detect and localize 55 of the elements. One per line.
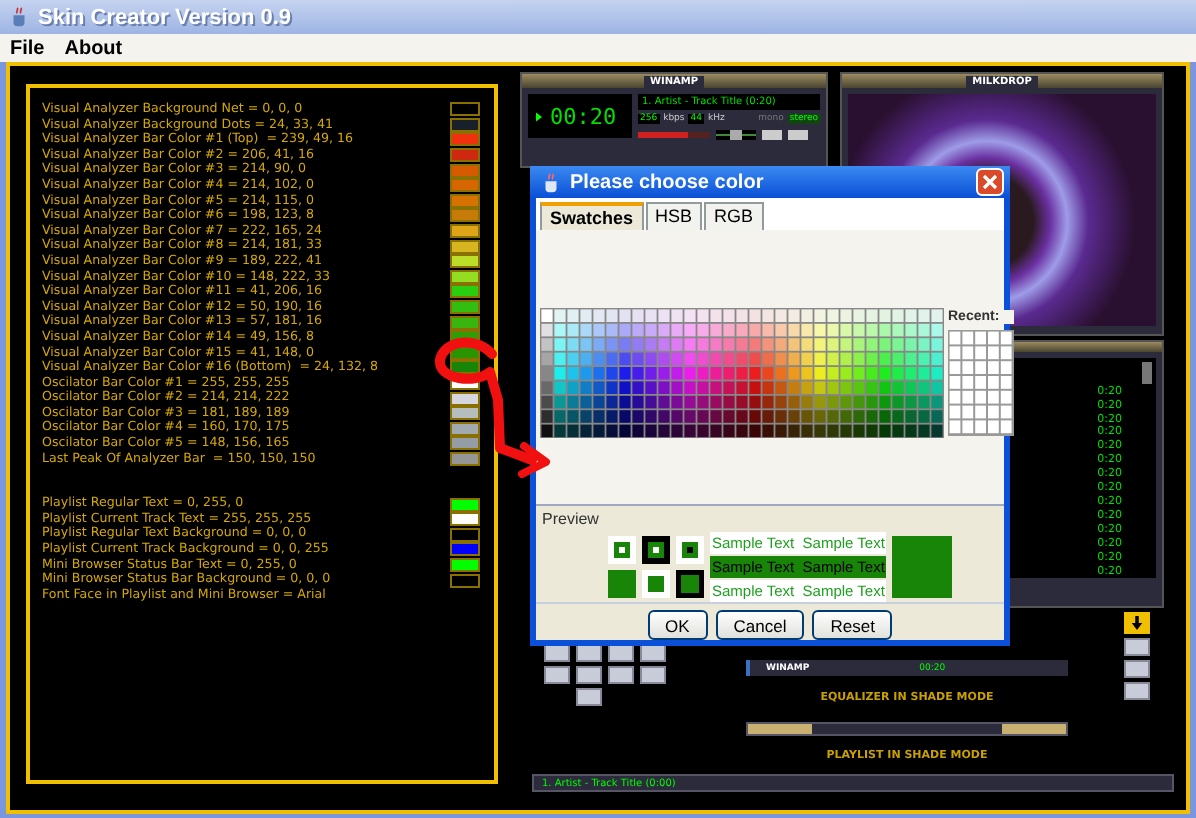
play-icon — [536, 111, 542, 121]
color-swatch[interactable] — [450, 497, 480, 512]
color-swatch[interactable] — [450, 557, 480, 572]
color-swatch[interactable] — [450, 527, 480, 542]
color-swatch[interactable] — [450, 178, 480, 193]
dialog-button[interactable]: OK — [647, 610, 708, 640]
color-swatch[interactable] — [450, 163, 480, 178]
color-swatch[interactable] — [450, 254, 480, 269]
color-swatch[interactable] — [450, 284, 480, 299]
color-swatch[interactable] — [450, 148, 480, 163]
color-swatch[interactable] — [450, 421, 480, 436]
color-preview-swatch — [892, 536, 953, 598]
color-swatch[interactable] — [450, 360, 480, 375]
toggle-button[interactable] — [762, 129, 782, 139]
dialog-title: Please choose color — [570, 171, 766, 194]
tab[interactable]: HSB — [645, 202, 703, 231]
annotation-arrow-overlay — [435, 337, 550, 478]
color-swatch[interactable] — [450, 451, 480, 466]
dialog-button[interactable]: Cancel — [715, 610, 805, 640]
color-swatch[interactable] — [450, 542, 480, 557]
color-swatch[interactable] — [450, 193, 480, 208]
down-arrow-button[interactable] — [1124, 612, 1150, 634]
color-swatch[interactable] — [450, 512, 480, 527]
tab[interactable]: Swatches — [540, 202, 644, 231]
preview-swatches-drawing — [608, 535, 704, 599]
balance-slider-thumb[interactable] — [730, 129, 742, 139]
preview-label: Preview — [542, 510, 601, 528]
color-swatch[interactable] — [450, 300, 480, 315]
color-swatch[interactable] — [450, 208, 480, 223]
color-swatch[interactable] — [450, 239, 480, 254]
color-swatch[interactable] — [450, 224, 480, 239]
dialog-button[interactable]: Reset — [812, 610, 893, 640]
scrollbar-thumb[interactable] — [1142, 361, 1152, 384]
color-swatch-grid[interactable] — [540, 308, 944, 438]
color-swatch[interactable] — [450, 102, 480, 117]
menu-item[interactable]: File — [10, 37, 45, 59]
volume-slider[interactable] — [638, 131, 689, 137]
window-title: Skin Creator Version 0.9 — [38, 5, 292, 29]
tab[interactable]: RGB — [704, 202, 764, 231]
toggle-button[interactable] — [788, 129, 808, 139]
color-swatch[interactable] — [450, 436, 480, 451]
close-icon — [982, 174, 998, 191]
color-swatch[interactable] — [450, 391, 480, 406]
recent-swatch-grid[interactable] — [948, 330, 1014, 436]
color-swatch[interactable] — [450, 573, 480, 588]
color-swatch[interactable] — [450, 406, 480, 421]
color-swatch[interactable] — [450, 117, 480, 132]
color-swatch[interactable] — [450, 315, 480, 330]
color-swatch[interactable] — [450, 269, 480, 284]
color-swatch[interactable] — [450, 132, 480, 147]
coffee-cup-icon — [540, 171, 562, 194]
elapsed-time: 00:20 — [550, 103, 617, 129]
coffee-cup-icon — [8, 6, 30, 28]
menu-item[interactable]: About — [64, 37, 123, 59]
close-button[interactable] — [976, 168, 1004, 197]
